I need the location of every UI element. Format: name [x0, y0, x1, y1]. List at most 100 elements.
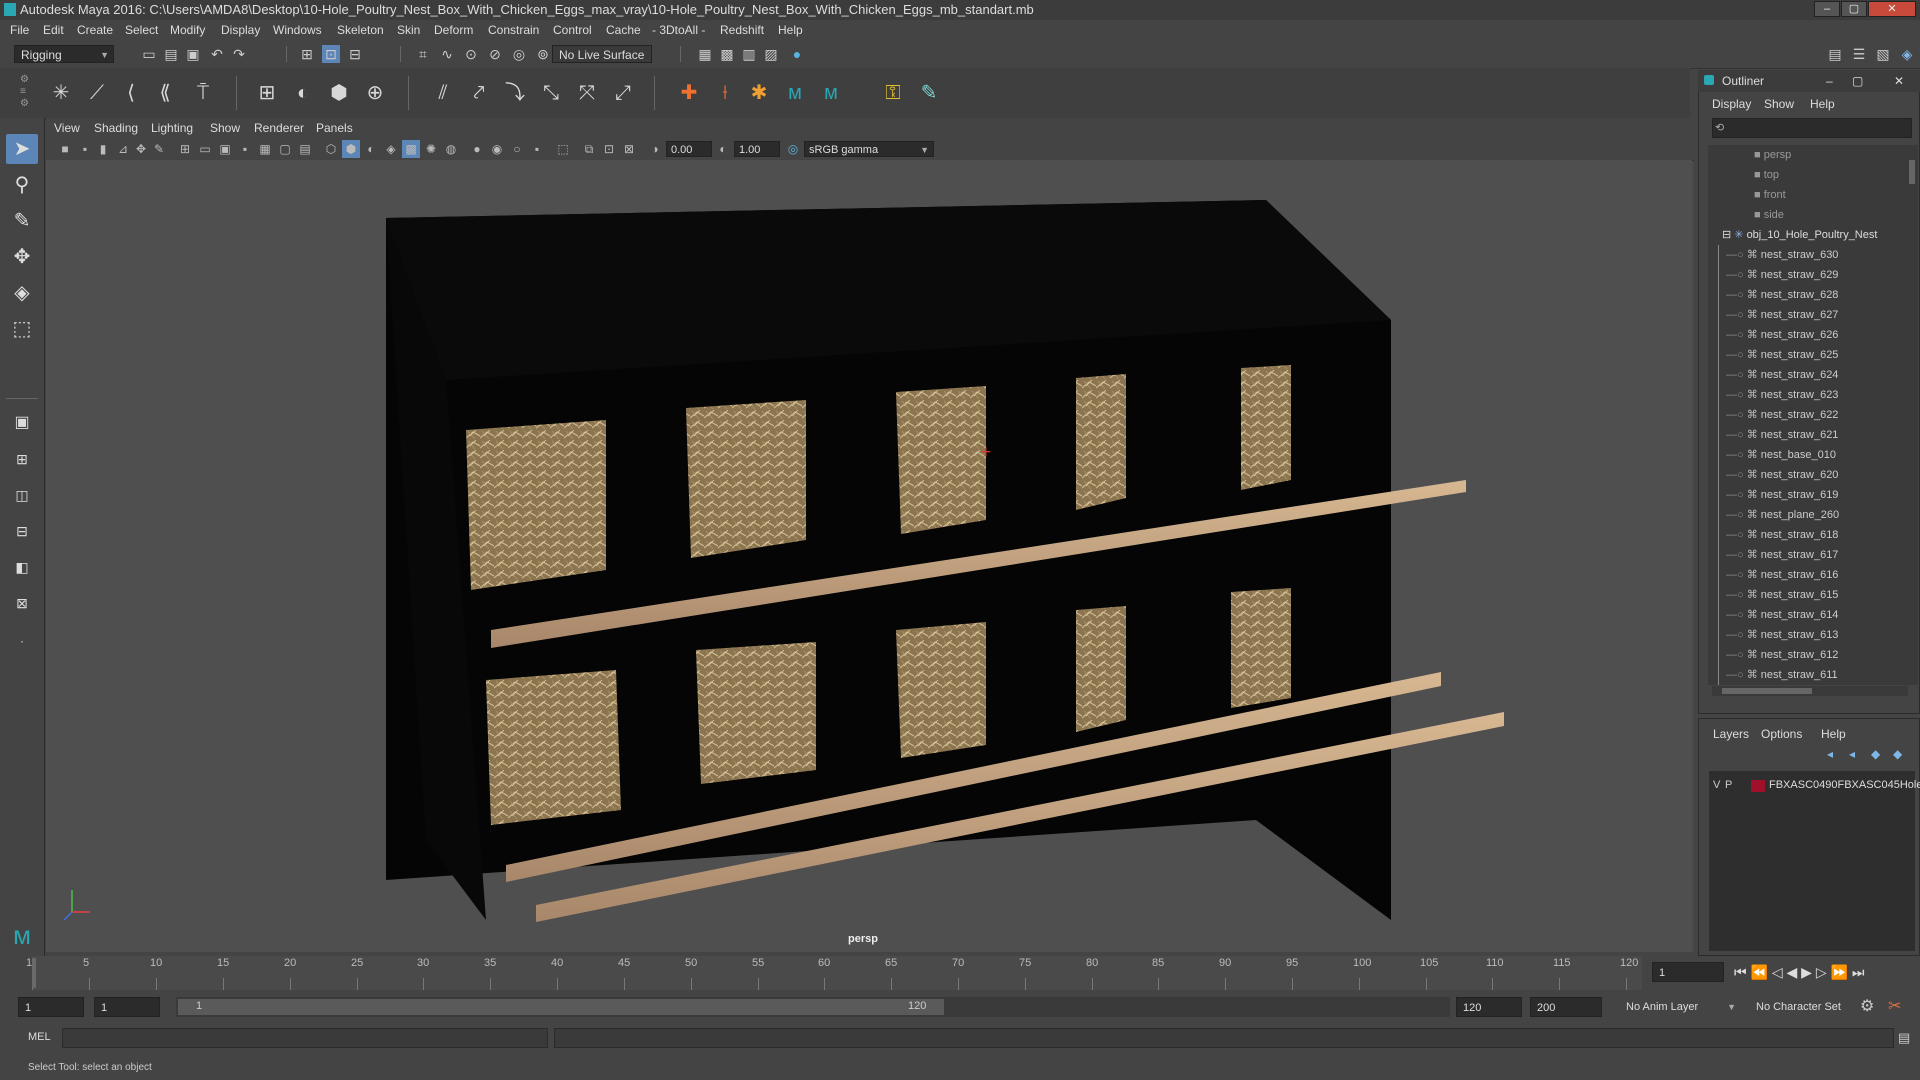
viewport-menu-renderer[interactable]: Renderer — [254, 121, 304, 135]
hik-character-icon[interactable]: ᴍ — [782, 80, 808, 106]
mode-dropdown[interactable]: Rigging ▼ — [14, 45, 114, 63]
scrollbar-thumb[interactable] — [1722, 688, 1812, 694]
smooth-shade-icon[interactable]: ⬢ — [342, 140, 360, 158]
scale-constraint-icon[interactable]: ⤡ — [538, 80, 564, 106]
film-gate-icon[interactable]: ▭ — [196, 140, 214, 158]
paint-weights-icon[interactable]: ◐ — [290, 80, 316, 106]
time-slider[interactable]: 1 5 10 15 20 25 30 35 40 45 50 55 60 65 70 75 80 85 90 95 10… — [0, 956, 1920, 992]
new-layer-selected-icon[interactable]: ◆ — [1871, 747, 1880, 761]
end-time-field[interactable]: 200 — [1530, 997, 1602, 1017]
viewport-menu-panels[interactable]: Panels — [316, 121, 353, 135]
more-layouts-icon[interactable]: · — [6, 626, 38, 656]
outliner-item-mesh[interactable]: —○ ⌘ nest_straw_612 — [1708, 645, 1908, 665]
mel-command-input[interactable] — [62, 1028, 548, 1048]
wireframe-on-shaded-icon[interactable]: ◈ — [382, 140, 400, 158]
outliner-menu-help[interactable]: Help — [1810, 97, 1835, 111]
resolution-gate-icon[interactable]: ▣ — [216, 140, 234, 158]
outliner-hscrollbar[interactable] — [1712, 686, 1908, 696]
ambient-occlusion-icon[interactable]: ● — [468, 140, 486, 158]
ik-spline-icon[interactable]: ⟨ — [118, 80, 144, 106]
outliner-item-mesh[interactable]: —○ ⌘ nest_straw_621 — [1708, 425, 1908, 445]
isolate-select-icon[interactable]: ⬚ — [554, 140, 572, 158]
four-pane-layout-icon[interactable]: ⊞ — [6, 444, 38, 474]
grease-pencil-icon[interactable]: ✎ — [150, 140, 168, 158]
outliner-item-mesh[interactable]: —○ ⌘ nest_straw_620 — [1708, 465, 1908, 485]
joint-tool-icon[interactable]: ✳ — [48, 80, 74, 106]
lasso-tool-icon[interactable]: ⚲ — [6, 170, 38, 200]
layers-menu-help[interactable]: Help — [1821, 727, 1846, 741]
script-editor-icon[interactable]: ▤ — [1898, 1030, 1910, 1046]
persp-graph-layout-icon[interactable]: ◧ — [6, 552, 38, 582]
menu-skin[interactable]: Skin — [397, 23, 420, 37]
current-frame-field[interactable]: 1 — [1652, 962, 1724, 982]
camera-select-icon[interactable]: ■ — [56, 140, 74, 158]
restore-button[interactable]: ▢ — [1841, 1, 1867, 17]
step-back-key-icon[interactable]: ◁ — [1772, 964, 1783, 980]
layer-color-swatch[interactable] — [1751, 780, 1765, 792]
outliner-item-mesh[interactable]: —○ ⌘ nest_straw_628 — [1708, 285, 1908, 305]
insert-joint-icon[interactable]: ⟪ — [152, 80, 178, 106]
menu-edit[interactable]: Edit — [43, 23, 64, 37]
snap-grid-icon[interactable]: ⌗ — [414, 45, 432, 63]
range-slider[interactable]: 1 120 — [176, 997, 1450, 1017]
outliner-item-mesh[interactable]: —○ ⌘ nest_straw_630 — [1708, 245, 1908, 265]
outliner-search-input[interactable]: ⟲ — [1712, 118, 1912, 138]
outliner-item-mesh[interactable]: —○ ⌘ nest_straw_613 — [1708, 625, 1908, 645]
auto-key-icon[interactable]: ✂ — [1888, 996, 1901, 1016]
layers-menu-options[interactable]: Options — [1761, 727, 1802, 741]
tool-settings-icon[interactable]: ▧ — [1874, 45, 1892, 63]
single-pane-layout-icon[interactable]: ▣ — [6, 408, 38, 438]
anti-aliasing-icon[interactable]: ○ — [508, 140, 526, 158]
play-forward-icon[interactable]: ▶ — [1801, 964, 1812, 980]
move-tool-icon[interactable]: ✥ — [6, 242, 38, 272]
cmd-language-label[interactable]: MEL — [28, 1031, 51, 1043]
locator-icon[interactable]: ✚ — [676, 80, 702, 106]
ipr-render-icon[interactable]: ▥ — [740, 45, 758, 63]
snap-surface-icon[interactable]: ◎ — [510, 45, 528, 63]
outliner-item-mesh[interactable]: —○ ⌘ nest_straw_618 — [1708, 525, 1908, 545]
menu-file[interactable]: File — [10, 23, 29, 37]
use-all-lights-icon[interactable]: ✺ — [422, 140, 440, 158]
redo-icon[interactable]: ↷ — [230, 45, 248, 63]
point-constraint-icon[interactable]: ⫽ — [430, 80, 456, 106]
image-plane-icon[interactable]: ⊿ — [114, 140, 132, 158]
outliner-item-mesh[interactable]: —○ ⌘ nest_straw_616 — [1708, 565, 1908, 585]
outliner-maximize-icon[interactable]: ▢ — [1852, 70, 1863, 92]
outliner-item-mesh[interactable]: —○ ⌘ nest_base_010 — [1708, 445, 1908, 465]
safe-title-icon[interactable]: ▤ — [296, 140, 314, 158]
outliner-minimize-icon[interactable]: – — [1826, 70, 1833, 92]
save-icon[interactable]: ▣ — [184, 45, 202, 63]
outliner-menu-display[interactable]: Display — [1712, 97, 1751, 111]
ik-handle-icon[interactable]: ⟋ — [84, 80, 110, 106]
channel-box-icon[interactable]: ◈ — [1898, 45, 1916, 63]
render-frame-icon[interactable]: ▦ — [696, 45, 714, 63]
wireframe-icon[interactable]: ⬡ — [322, 140, 340, 158]
menu-skeleton[interactable]: Skeleton — [337, 23, 384, 37]
set-driven-key-icon[interactable]: ⚿ — [880, 80, 906, 106]
snap-live-icon[interactable]: ⊚ — [534, 45, 552, 63]
outliner-item-mesh[interactable]: —○ ⌘ nest_straw_623 — [1708, 385, 1908, 405]
viewport-menu-show[interactable]: Show — [210, 121, 240, 135]
outliner-menu-show[interactable]: Show — [1764, 97, 1794, 111]
outliner-item-mesh[interactable]: —○ ⌘ nest_straw_626 — [1708, 325, 1908, 345]
grid-toggle-icon[interactable]: ⊞ — [176, 140, 194, 158]
outliner-item-root[interactable]: ⊟ ✳ obj_10_Hole_Poultry_Nest — [1708, 225, 1918, 245]
menu-select[interactable]: Select — [125, 23, 158, 37]
paint-select-icon[interactable]: ✎ — [6, 206, 38, 236]
start-time-field[interactable]: 1 — [18, 997, 84, 1017]
viewport-menu-lighting[interactable]: Lighting — [151, 121, 193, 135]
layer-visibility-toggle[interactable]: V — [1713, 779, 1720, 791]
snap-curve-icon[interactable]: ∿ — [438, 45, 456, 63]
menu-modify[interactable]: Modify — [170, 23, 205, 37]
layer-playback-toggle[interactable]: P — [1725, 779, 1732, 791]
hypershade-icon[interactable]: ● — [788, 45, 806, 63]
outliner-item-camera[interactable]: ■ top — [1708, 165, 1918, 185]
select-hierarchy-icon[interactable]: ⊞ — [298, 45, 316, 63]
live-surface-field[interactable]: No Live Surface — [552, 45, 652, 63]
outliner-item-mesh[interactable]: —○ ⌘ nest_straw_619 — [1708, 485, 1908, 505]
safe-action-icon[interactable]: ▢ — [276, 140, 294, 158]
exposure-icon[interactable]: ◑ — [646, 140, 664, 158]
default-material-icon[interactable]: ◐ — [362, 140, 380, 158]
select-tool-icon[interactable]: ➤ — [6, 134, 38, 164]
snap-view-icon[interactable]: ⊘ — [486, 45, 504, 63]
